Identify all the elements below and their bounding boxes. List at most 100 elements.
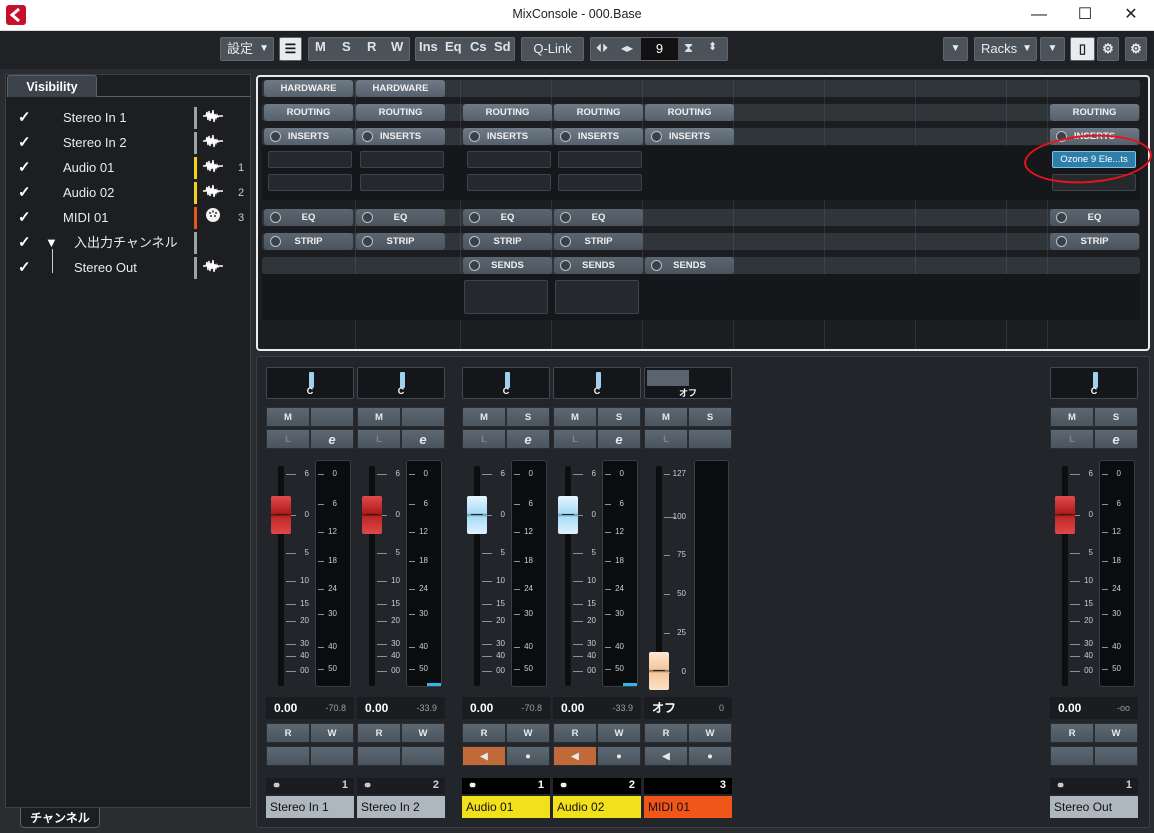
volume-readout[interactable]: 0.00 -oo	[1050, 697, 1138, 719]
checkmark-icon[interactable]: ✓	[18, 232, 31, 254]
edit-channel-button[interactable]	[688, 429, 732, 449]
write-automation-button[interactable]: W	[1094, 723, 1138, 743]
volume-readout[interactable]: 0.00 -33.9	[357, 697, 445, 719]
left-dropdown-button[interactable]: ▼	[943, 37, 968, 61]
channel-name[interactable]: MIDI 01	[644, 796, 732, 818]
monitor-button[interactable]	[357, 746, 401, 766]
solo-button[interactable]	[310, 407, 354, 427]
visibility-row[interactable]: ✓ Stereo In 2	[18, 132, 250, 154]
record-enable-button[interactable]: ●	[688, 746, 732, 766]
maximize-button[interactable]: ☐	[1062, 0, 1108, 30]
toggle-m-button[interactable]: M	[315, 39, 326, 54]
routing-rack-header[interactable]: ROUTING	[356, 104, 445, 121]
inserts-rack-header[interactable]: INSERTS	[356, 128, 445, 145]
listen-button[interactable]: L	[266, 429, 310, 449]
strip-rack-header[interactable]: STRIP	[554, 233, 643, 250]
monitor-button[interactable]	[266, 746, 310, 766]
routing-rack-header[interactable]: ROUTING	[463, 104, 552, 121]
link-icon[interactable]: ⚭	[272, 779, 281, 792]
channels-tab[interactable]: チャンネル	[20, 808, 100, 828]
list-view-button[interactable]: ☰	[279, 37, 302, 61]
inserts-rack-header[interactable]: INSERTS	[463, 128, 552, 145]
pan-control[interactable]: C	[462, 367, 550, 399]
routing-rack-header[interactable]: ROUTING	[645, 104, 734, 121]
volume-fader-handle[interactable]	[467, 496, 487, 534]
minimize-button[interactable]: —	[1016, 0, 1062, 30]
checkmark-icon[interactable]: ✓	[18, 107, 31, 129]
mute-button[interactable]: M	[357, 407, 401, 427]
volume-fader-handle[interactable]	[649, 652, 669, 690]
listen-button[interactable]: L	[357, 429, 401, 449]
write-automation-button[interactable]: W	[597, 723, 641, 743]
settings-dropdown[interactable]: 設定 ▼	[220, 37, 274, 61]
solo-button[interactable]: S	[597, 407, 641, 427]
strip-rack-header[interactable]: STRIP	[264, 233, 353, 250]
routing-rack-header[interactable]: ROUTING	[264, 104, 353, 121]
listen-button[interactable]: L	[462, 429, 506, 449]
record-enable-button[interactable]	[310, 746, 354, 766]
write-automation-button[interactable]: W	[310, 723, 354, 743]
listen-button[interactable]: L	[644, 429, 688, 449]
eq-bypass-icon[interactable]	[469, 212, 480, 223]
hardware-rack-header[interactable]: HARDWARE	[264, 80, 353, 97]
routing-rack-header[interactable]: ROUTING	[1050, 104, 1139, 121]
checkmark-icon[interactable]: ✓	[18, 182, 31, 204]
mute-button[interactable]: M	[553, 407, 597, 427]
monitor-button[interactable]	[1050, 746, 1094, 766]
insert-slot[interactable]	[268, 174, 352, 191]
hardware-rack-header[interactable]: HARDWARE	[356, 80, 445, 97]
link-icon[interactable]: ⚭	[559, 779, 568, 792]
inserts-bypass-icon[interactable]	[651, 131, 662, 142]
read-automation-button[interactable]: R	[266, 723, 310, 743]
monitor-button[interactable]: ◀	[462, 746, 506, 766]
strip-bypass-icon[interactable]	[1056, 236, 1067, 247]
inserts-rack-header[interactable]: INSERTS	[554, 128, 643, 145]
checkmark-icon[interactable]: ✓	[18, 207, 31, 229]
strip-bypass-icon[interactable]	[362, 236, 373, 247]
up-down-icon[interactable]: ⬍	[708, 40, 717, 53]
toggle-s-button[interactable]: S	[342, 39, 351, 54]
insert-slot[interactable]	[558, 174, 642, 191]
visibility-tab[interactable]: Visibility	[7, 75, 97, 97]
volume-fader-handle[interactable]	[362, 496, 382, 534]
channel-name[interactable]: Stereo In 2	[357, 796, 445, 818]
sends-bypass-icon[interactable]	[469, 260, 480, 271]
write-automation-button[interactable]: W	[688, 723, 732, 743]
pan-control[interactable]: C	[357, 367, 445, 399]
write-automation-button[interactable]: W	[506, 723, 550, 743]
strip-rack-header[interactable]: STRIP	[1050, 233, 1139, 250]
read-automation-button[interactable]: R	[644, 723, 688, 743]
volume-fader-handle[interactable]	[271, 496, 291, 534]
read-automation-button[interactable]: R	[462, 723, 506, 743]
eq-bypass-icon[interactable]	[1056, 212, 1067, 223]
insert-slot[interactable]	[360, 151, 444, 168]
strip-bypass-icon[interactable]	[270, 236, 281, 247]
pan-control[interactable]: オフ	[644, 367, 732, 399]
insert-slot[interactable]	[558, 151, 642, 168]
mute-button[interactable]: M	[266, 407, 310, 427]
insert-slot[interactable]	[467, 151, 551, 168]
link-icon[interactable]: ⚭	[468, 779, 477, 792]
edit-channel-button[interactable]: e	[310, 429, 354, 449]
inserts-rack-header[interactable]: INSERTS	[645, 128, 734, 145]
toggle-cs-button[interactable]: Cs	[470, 39, 487, 54]
checkmark-icon[interactable]: ✓	[18, 257, 31, 279]
pan-control[interactable]: C	[553, 367, 641, 399]
channel-name[interactable]: Audio 01	[462, 796, 550, 818]
monitor-button[interactable]: ◀	[644, 746, 688, 766]
sends-bypass-icon[interactable]	[651, 260, 662, 271]
record-enable-button[interactable]	[1094, 746, 1138, 766]
strip-bypass-icon[interactable]	[560, 236, 571, 247]
monitor-button[interactable]: ◀	[553, 746, 597, 766]
sends-rack-header[interactable]: SENDS	[645, 257, 734, 274]
mute-button[interactable]: M	[1050, 407, 1094, 427]
read-automation-button[interactable]: R	[553, 723, 597, 743]
link-icon[interactable]: ⚭	[1056, 779, 1065, 792]
eq-bypass-icon[interactable]	[270, 212, 281, 223]
pan-control[interactable]: C	[1050, 367, 1138, 399]
insert-slot[interactable]	[268, 151, 352, 168]
inserts-rack-header[interactable]: INSERTS	[264, 128, 353, 145]
write-automation-button[interactable]: W	[401, 723, 445, 743]
read-automation-button[interactable]: R	[1050, 723, 1094, 743]
solo-button[interactable]: S	[506, 407, 550, 427]
